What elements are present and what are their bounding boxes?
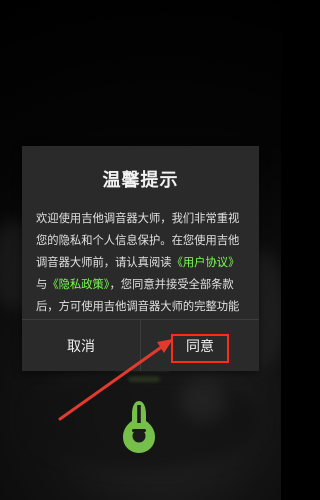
dialog-message: 欢迎使用吉他调音器大师，我们非常重视您的隐私和个人信息保护。在您使用吉他调音器大… [36, 208, 246, 318]
privacy-policy-link[interactable]: 《隐私政策》 [47, 278, 109, 291]
agree-button[interactable]: 同意 [141, 320, 259, 371]
cancel-button[interactable]: 取消 [22, 320, 140, 371]
privacy-dialog: 温馨提示 欢迎使用吉他调音器大师，我们非常重视您的隐私和个人信息保护。在您使用吉… [22, 146, 259, 371]
app-screen: 温馨提示 欢迎使用吉他调音器大师，我们非常重视您的隐私和个人信息保护。在您使用吉… [0, 0, 281, 500]
background-text-blur [128, 376, 160, 382]
message-text-part2: 与 [36, 278, 48, 291]
background-shape [180, 378, 226, 422]
user-agreement-link[interactable]: 《用户协议》 [172, 256, 240, 269]
dialog-title: 温馨提示 [102, 170, 179, 191]
guitar-logo-icon [123, 401, 155, 453]
